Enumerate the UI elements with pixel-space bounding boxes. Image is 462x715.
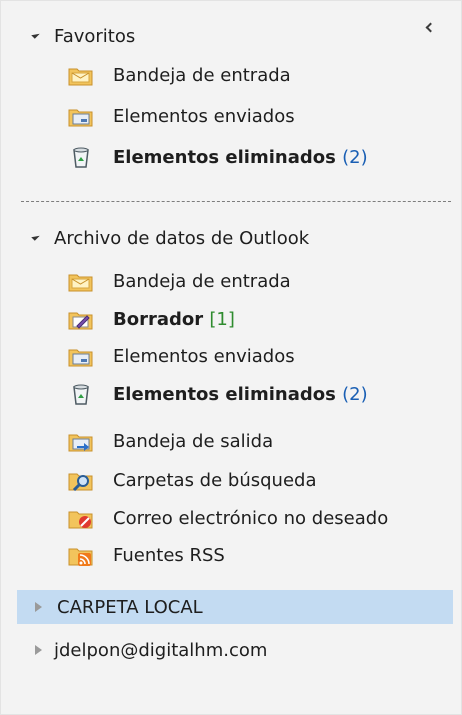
item-label: Bandeja de entrada (113, 64, 291, 86)
datafile-sent-item[interactable]: Elementos enviados (1, 341, 441, 371)
datafile-search-folders-item[interactable]: Carpetas de búsqueda (1, 465, 441, 495)
item-label-text: Elementos eliminados (113, 146, 336, 168)
unread-count: (2) (342, 146, 368, 168)
junk-mail-icon (68, 507, 94, 529)
deleted-items-icon (68, 383, 94, 405)
favorites-header[interactable]: Favoritos (1, 21, 441, 51)
favorites-sent-item[interactable]: Elementos enviados (1, 101, 441, 131)
section-divider (21, 201, 451, 202)
item-label: Bandeja de salida (113, 430, 274, 452)
favorites-inbox-item[interactable]: Bandeja de entrada (1, 60, 441, 90)
datafile-rss-item[interactable]: Fuentes RSS (1, 540, 441, 570)
account-label: jdelpon@digitalhm.com (54, 639, 268, 661)
expand-triangle-icon[interactable] (31, 30, 40, 39)
outbox-icon (68, 430, 94, 452)
item-label: Carpetas de búsqueda (113, 469, 317, 491)
item-label: Elementos enviados (113, 345, 295, 367)
drafts-icon (68, 308, 94, 330)
datafile-header-label: Archivo de datos de Outlook (54, 227, 310, 249)
collapsed-triangle-icon[interactable] (35, 602, 42, 612)
datafile-inbox-item[interactable]: Bandeja de entrada (1, 266, 441, 296)
deleted-items-icon (68, 146, 94, 168)
inbox-icon (68, 270, 94, 292)
datafile-deleted-item[interactable]: Elementos eliminados (2) (1, 379, 441, 409)
item-label-text: Elementos eliminados (113, 383, 336, 405)
datafile-outbox-item[interactable]: Bandeja de salida (1, 426, 441, 456)
unread-count: (2) (342, 383, 368, 405)
item-label: Elementos enviados (113, 105, 295, 127)
draft-count: [1] (209, 308, 235, 330)
sent-items-icon (68, 105, 94, 127)
favorites-header-label: Favoritos (54, 25, 136, 47)
favorites-deleted-item[interactable]: Elementos eliminados (2) (1, 142, 441, 172)
datafile-junk-item[interactable]: Correo electrónico no deseado (1, 503, 441, 533)
sent-items-icon (68, 345, 94, 367)
account-item[interactable]: jdelpon@digitalhm.com (1, 635, 441, 665)
rss-feeds-icon (68, 544, 94, 566)
item-label: Fuentes RSS (113, 544, 225, 566)
folder-pane: Favoritos Bandeja de entrada Elementos e… (0, 0, 462, 715)
item-label: Borrador [1] (113, 309, 235, 330)
collapsed-triangle-icon[interactable] (35, 645, 42, 655)
expand-triangle-icon[interactable] (31, 232, 40, 241)
local-folder-label: CARPETA LOCAL (57, 596, 203, 618)
item-label: Bandeja de entrada (113, 270, 291, 292)
inbox-icon (68, 64, 94, 86)
search-folder-icon (68, 469, 94, 492)
item-label-text: Borrador (113, 308, 204, 330)
local-folder-item[interactable]: CARPETA LOCAL (1, 592, 441, 622)
datafile-header[interactable]: Archivo de datos de Outlook (1, 223, 441, 253)
item-label: Correo electrónico no deseado (113, 507, 389, 529)
datafile-drafts-item[interactable]: Borrador [1] (1, 304, 441, 334)
item-label: Elementos eliminados (2) (113, 384, 368, 405)
item-label: Elementos eliminados (2) (113, 147, 368, 168)
